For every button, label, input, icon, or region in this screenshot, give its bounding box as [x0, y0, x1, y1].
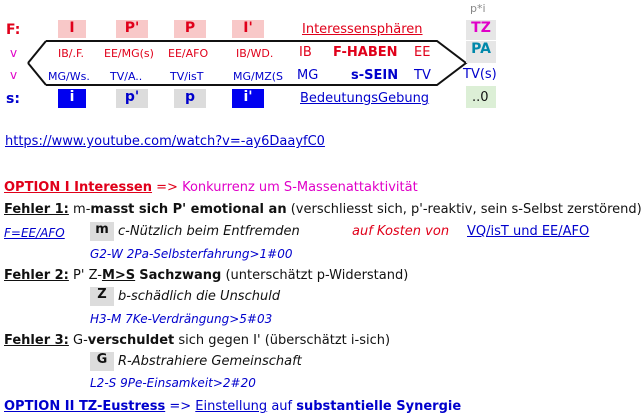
option1-title: OPTION I Interessen — [4, 180, 153, 195]
fehler2-bold2: Sachzwang — [139, 268, 222, 283]
option1-line: OPTION I Interessen => Konkurrenz um S-M… — [4, 180, 418, 195]
v1-c7: EE — [414, 45, 431, 60]
row-s-label: s: — [6, 91, 20, 107]
fehler2-box: Z — [90, 287, 114, 306]
tz-cell: TZ — [466, 20, 496, 40]
v2-c2: TV/A.. — [110, 70, 143, 83]
option2-title: OPTION II TZ-Eustress — [4, 399, 166, 414]
v1-c2: EE/MG(s) — [104, 47, 154, 60]
option1-rest: Konkurrenz um S-Massenattaktivität — [182, 180, 418, 195]
v1-c4: IB/WD. — [236, 47, 274, 60]
youtube-link[interactable]: https://www.youtube.com/watch?v=-ay6Daay… — [5, 134, 325, 149]
cell-f-i: I — [58, 20, 86, 38]
fehler3-box: G — [90, 352, 114, 371]
fehler3-ref: L2-S 9Pe-Einsamkeit>2#20 — [90, 376, 256, 390]
option2-link[interactable]: Einstellung — [195, 399, 267, 414]
tv-s-label: TV(s) — [463, 67, 497, 82]
fehler1-rest: (verschliesst sich, p'-reaktiv, sein s-S… — [290, 202, 642, 217]
page: { "top": { "row_f": {"label": "F:", "c1"… — [0, 0, 643, 419]
v2-c3: TV/isT — [170, 70, 204, 83]
fehler2-pre: P' Z- — [73, 268, 102, 283]
fehler1-cost-link[interactable]: VQ/isT und EE/AFO — [467, 224, 589, 239]
fehler3-rest: sich gegen I' (überschätzt i-sich) — [178, 333, 391, 348]
f-haben-label: F-HABEN — [333, 45, 398, 60]
fehler1-desc: c-Nützlich beim Entfremden — [118, 224, 300, 239]
option1-arrow: => — [156, 180, 178, 195]
fehler2-ref: H3-M 7Ke-Verdrängung>5#03 — [90, 312, 273, 326]
row-v1-label: v — [10, 46, 18, 60]
fehler1-line: Fehler 1: m-masst sich P' emotional an (… — [4, 202, 642, 217]
p-star-i-label: p*i — [470, 2, 486, 15]
pa-cell: PA — [466, 41, 496, 63]
v1-c1: IB/.F. — [58, 47, 85, 60]
fehler2-bold1: M>S — [101, 268, 136, 283]
fehler1-cost: auf Kosten von — [352, 224, 450, 239]
fehler3-label: Fehler 3: — [4, 333, 69, 348]
bedeutungsgebung-link[interactable]: BedeutungsGebung — [300, 91, 429, 106]
fehler2-label: Fehler 2: — [4, 268, 69, 283]
fehler2-desc: b-schädlich die Unschuld — [118, 289, 281, 304]
fehler3-pre: G- — [73, 333, 88, 348]
option2-line: OPTION II TZ-Eustress => Einstellung auf… — [4, 399, 461, 414]
s-sein-label: s-SEIN — [351, 68, 399, 83]
option2-mid: auf — [271, 399, 293, 414]
fehler1-pre: m- — [73, 202, 91, 217]
v2-c7: TV — [414, 68, 431, 83]
row-v2-label: v — [10, 68, 18, 82]
fehler1-label: Fehler 1: — [4, 202, 69, 217]
fehler3-desc: R-Abstrahiere Gemeinschaft — [118, 354, 302, 369]
cell-s-p-prime: p' — [116, 89, 148, 108]
v1-c3: EE/AFO — [168, 47, 209, 60]
fehler2-rest: (unterschätzt p-Widerstand) — [225, 268, 409, 283]
option2-arrow: => — [169, 399, 192, 414]
fehler3-line: Fehler 3: G-verschuldet sich gegen I' (ü… — [4, 333, 390, 348]
v2-c4: MG/MZ(S — [233, 70, 284, 83]
option2-bold: substantielle Synergie — [296, 399, 462, 414]
fehler1-code[interactable]: F=EE/AFO — [4, 226, 65, 240]
fehler3-bold: verschuldet — [87, 333, 175, 348]
fehler1-bold: masst sich P' emotional an — [90, 202, 287, 217]
cell-f-i-prime: I' — [232, 20, 264, 38]
cell-s-i-prime: i' — [232, 89, 264, 108]
cell-s-p: p — [174, 89, 206, 108]
v2-c5: MG — [297, 68, 319, 83]
cell-f-p: P — [174, 20, 206, 38]
cell-s-i: i — [58, 89, 86, 108]
v1-c5: IB — [299, 45, 312, 60]
end-label: ..0 — [472, 90, 489, 105]
fehler1-ref: G2-W 2Pa-Selbsterfahrung>1#00 — [90, 247, 293, 261]
fehler2-line: Fehler 2: P' Z-M>S Sachzwang (unterschät… — [4, 268, 408, 283]
row-f-label: F: — [6, 22, 21, 38]
v2-c1: MG/Ws. — [48, 70, 90, 83]
interessensphaeren-link[interactable]: Interessensphären — [302, 22, 423, 37]
cell-f-p-prime: P' — [116, 20, 148, 38]
fehler1-box: m — [90, 222, 114, 241]
